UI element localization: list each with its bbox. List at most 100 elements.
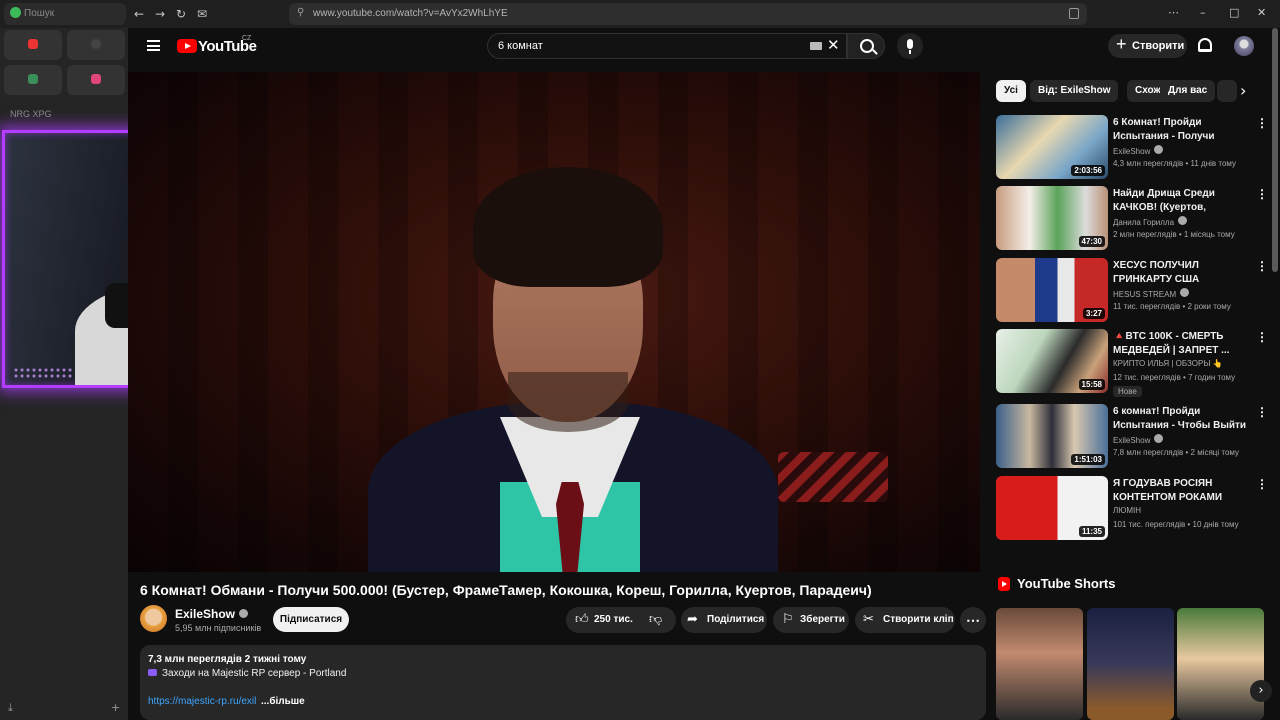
video-thumbnail[interactable]: 47:30 — [996, 186, 1108, 250]
rec-channel[interactable]: ЛЮМІН — [1113, 506, 1253, 515]
rec-channel[interactable]: ExileShow — [1113, 147, 1150, 156]
address-bar[interactable]: ⚲ www.youtube.com/watch?v=AvYx2WhLhYE — [289, 3, 1087, 25]
video-thumbnail[interactable]: 3:27 — [996, 258, 1108, 322]
notifications-bell-icon[interactable] — [1198, 38, 1212, 52]
youtube-logo-icon[interactable] — [177, 39, 197, 53]
channel-name-row[interactable]: ExileShow — [175, 607, 249, 621]
rec-title[interactable]: 🔺BTC 100K - СМЕРТЬ МЕДВЕДЕЙ | ЗАПРЕТ ... — [1113, 330, 1251, 358]
like-count[interactable]: 250 тис. — [594, 607, 633, 633]
video-thumbnail[interactable]: 2:03:56 — [996, 115, 1108, 179]
more-vert-icon[interactable]: ⋮ — [1256, 116, 1268, 130]
shorts-title: YouTube Shorts — [1017, 576, 1116, 591]
show-more-button[interactable]: ...більше — [261, 696, 305, 707]
save-button[interactable]: ⚐ Зберегти — [773, 607, 849, 633]
rec-title[interactable]: 6 Комнат! Пройди Испытания - Получи 500.… — [1113, 116, 1251, 144]
keyboard-icon[interactable] — [810, 42, 822, 50]
more-vert-icon[interactable]: ⋮ — [1256, 405, 1268, 419]
rec-title[interactable]: Я ГОДУВАВ РОСІЯН КОНТЕНТОМ РОКАМИ — [1113, 477, 1251, 505]
create-button[interactable]: Створити — [1108, 34, 1187, 58]
gamepad-icon — [148, 669, 157, 676]
recommendation-item[interactable]: 47:30 Найди Дрища Среди КАЧКОВ! (Куертов… — [996, 186, 1268, 252]
speed-dial-tile[interactable] — [67, 65, 125, 95]
verified-icon — [1154, 434, 1164, 443]
speed-dial-tile[interactable] — [4, 65, 62, 95]
country-code: CZ — [242, 35, 252, 42]
subscribe-button[interactable]: Підписатися — [273, 607, 349, 632]
like-icon[interactable]: 👍︎ — [575, 607, 589, 633]
download-icon[interactable]: ⤓ — [8, 701, 13, 715]
browser-logo-icon — [10, 7, 21, 18]
bookmark-icon: ⚐ — [782, 612, 794, 627]
mail-icon[interactable]: ✉ — [194, 6, 210, 22]
short-thumbnail[interactable] — [1177, 608, 1264, 720]
browser-menu-icon[interactable]: ⋯ — [1168, 6, 1179, 19]
description-line: Заходи на Majestic RP сервер - Portland — [148, 668, 346, 679]
speed-dial-tile[interactable] — [67, 30, 125, 60]
chip-for-you[interactable]: Для вас — [1160, 80, 1216, 102]
search-button[interactable] — [847, 33, 885, 59]
rec-title[interactable]: 6 комнат! Пройди Испытания - Чтобы Выйти… — [1113, 405, 1251, 433]
video-thumbnail[interactable]: 15:58 — [996, 329, 1108, 393]
duration-badge: 11:35 — [1078, 526, 1105, 537]
rec-channel[interactable]: HESUS STREAM — [1113, 290, 1176, 299]
chip-from-channel[interactable]: Від: ExileShow — [1030, 80, 1119, 102]
close-window-icon[interactable]: ✕ — [1257, 6, 1266, 19]
clear-search-icon[interactable]: ✕ — [827, 36, 840, 54]
verified-icon — [1180, 288, 1190, 297]
new-badge: Нове — [1113, 386, 1142, 397]
account-avatar[interactable] — [1234, 36, 1254, 56]
recommendation-item[interactable]: 3:27 ХЕСУС ПОЛУЧИЛ ГРИНКАРТУ США HESUS S… — [996, 258, 1268, 324]
recommendation-item[interactable]: 15:58 🔺BTC 100K - СМЕРТЬ МЕДВЕДЕЙ | ЗАПР… — [996, 329, 1268, 397]
rec-channel-row: HESUS STREAM — [1113, 288, 1253, 299]
share-label: Поділитися — [707, 614, 765, 625]
video-thumbnail[interactable]: 11:35 — [996, 476, 1108, 540]
rec-title[interactable]: ХЕСУС ПОЛУЧИЛ ГРИНКАРТУ США — [1113, 259, 1251, 287]
rec-views: 11 тис. переглядів • 2 роки тому — [1113, 302, 1231, 311]
more-vert-icon[interactable]: ⋮ — [1256, 259, 1268, 273]
add-icon[interactable]: + — [111, 701, 120, 714]
scissors-icon: ✂ — [863, 612, 874, 627]
short-thumbnail[interactable] — [996, 608, 1083, 720]
rec-views: 7,8 млн переглядів • 2 місяці тому — [1113, 448, 1239, 457]
rec-views: 2 млн переглядів • 1 місяць тому — [1113, 230, 1235, 239]
share-button[interactable]: ➦ Поділитися — [681, 607, 767, 633]
rec-channel[interactable]: ExileShow — [1113, 436, 1150, 445]
rec-title[interactable]: Найди Дрища Среди КАЧКОВ! (Куертов, Пара… — [1113, 187, 1251, 215]
sidebar-search[interactable]: Пошук — [4, 3, 126, 25]
chip-all[interactable]: Усі — [996, 80, 1026, 102]
description-box[interactable]: 7,3 млн переглядів 2 тижні тому Заходи н… — [140, 645, 986, 720]
search-input[interactable]: 6 комнат ✕ — [487, 33, 847, 59]
more-actions-button[interactable]: ⋯ — [960, 607, 986, 633]
more-vert-icon[interactable]: ⋮ — [1256, 477, 1268, 491]
description-link[interactable]: https://majestic-rp.ru/exil — [148, 696, 256, 707]
recommendation-item[interactable]: 11:35 Я ГОДУВАВ РОСІЯН КОНТЕНТОМ РОКАМИ … — [996, 476, 1268, 542]
speed-dial-tile[interactable] — [4, 30, 62, 60]
verified-icon — [1178, 216, 1188, 225]
voice-search-button[interactable] — [897, 33, 923, 59]
clip-button[interactable]: ✂ Створити кліп — [855, 607, 955, 633]
video-player[interactable] — [128, 72, 980, 572]
hamburger-menu-icon[interactable] — [147, 40, 160, 51]
reader-mode-icon[interactable] — [1069, 8, 1079, 19]
minimize-icon[interactable]: – — [1200, 6, 1206, 19]
channel-avatar[interactable] — [140, 605, 167, 632]
recommendation-item[interactable]: 2:03:56 6 Комнат! Пройди Испытания - Пол… — [996, 115, 1268, 181]
forward-icon[interactable]: → — [152, 6, 168, 22]
dislike-icon[interactable]: 👎︎ — [649, 607, 662, 633]
rec-channel[interactable]: Данила Горилла — [1113, 218, 1174, 227]
short-thumbnail[interactable] — [1087, 608, 1174, 720]
channel-name[interactable]: ExileShow — [175, 607, 235, 621]
view-count-date: 7,3 млн переглядів 2 тижні тому — [148, 654, 307, 665]
maximize-icon[interactable]: □ — [1229, 6, 1239, 19]
more-vert-icon[interactable]: ⋮ — [1256, 187, 1268, 201]
recommendation-item[interactable]: 1:51:03 6 комнат! Пройди Испытания - Что… — [996, 404, 1268, 470]
back-icon[interactable]: ← — [131, 6, 147, 22]
page-scrollbar[interactable] — [1272, 28, 1278, 272]
chevron-right-icon[interactable]: › — [1250, 680, 1272, 702]
reload-icon[interactable]: ↻ — [173, 6, 189, 22]
chevron-right-icon[interactable]: › — [1240, 81, 1246, 100]
site-info-icon[interactable]: ⚲ — [297, 7, 304, 18]
more-vert-icon[interactable]: ⋮ — [1256, 330, 1268, 344]
rec-channel[interactable]: КРИПТО ИЛЬЯ | ОБЗОРЫ 👆 — [1113, 359, 1253, 368]
video-thumbnail[interactable]: 1:51:03 — [996, 404, 1108, 468]
